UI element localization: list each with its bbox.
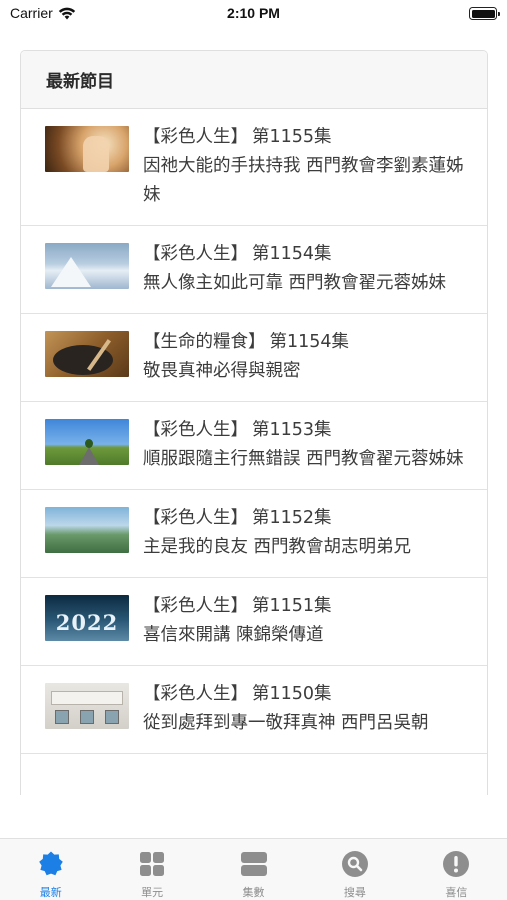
episode-number: 第1155集 <box>252 127 332 147</box>
tab-label: 搜尋 <box>343 886 366 899</box>
episode-series: 【彩色人生】 <box>143 684 248 704</box>
episode-description: 主是我的良友 西門教會胡志明弟兄 <box>143 537 412 557</box>
tab-bar: 最新 單元 集數 搜尋 喜信 <box>0 838 507 900</box>
search-icon <box>341 851 368 877</box>
tab-search[interactable]: 搜尋 <box>304 839 405 900</box>
tab-episodes[interactable]: 集數 <box>203 839 304 900</box>
episode-thumbnail <box>45 331 129 377</box>
episode-series: 【彩色人生】 <box>143 596 248 616</box>
episode-number: 第1152集 <box>252 508 332 528</box>
tab-good-news[interactable]: 喜信 <box>406 839 507 900</box>
episode-thumbnail <box>45 507 129 553</box>
tab-label: 喜信 <box>445 886 468 899</box>
episode-row[interactable]: 2022 【彩色人生】 第1151集 喜信來開講 陳錦榮傳道 <box>21 578 487 666</box>
episode-thumbnail <box>45 419 129 465</box>
tab-latest[interactable]: 最新 <box>0 839 101 900</box>
grid-icon <box>140 852 165 876</box>
episode-row[interactable]: 【生命的糧食】 第1154集 敬畏真神必得與親密 <box>21 314 487 402</box>
status-bar: Carrier 2:10 PM <box>0 0 507 30</box>
battery-icon <box>469 7 500 20</box>
tab-units[interactable]: 單元 <box>101 839 202 900</box>
episode-description: 順服跟隨主行無錯誤 西門教會翟元蓉姊妹 <box>143 449 464 469</box>
episode-series: 【彩色人生】 <box>143 127 248 147</box>
thumbnail-year-text: 2022 <box>55 610 119 635</box>
episode-description: 喜信來開講 陳錦榮傳道 <box>143 625 324 645</box>
tab-label: 最新 <box>39 886 62 899</box>
episode-series: 【彩色人生】 <box>143 420 248 440</box>
episode-number: 第1154集 <box>269 332 350 352</box>
episode-thumbnail <box>45 683 129 729</box>
episode-row[interactable]: 【彩色人生】 第1152集 主是我的良友 西門教會胡志明弟兄 <box>21 490 487 578</box>
badge-icon <box>38 851 63 876</box>
episode-series: 【生命的糧食】 <box>143 332 266 352</box>
episode-row[interactable]: 【彩色人生】 第1153集 順服跟隨主行無錯誤 西門教會翟元蓉姊妹 <box>21 402 487 490</box>
episode-number: 第1151集 <box>252 596 332 616</box>
episode-series: 【彩色人生】 <box>143 244 248 264</box>
episode-number: 第1153集 <box>252 420 332 440</box>
episode-series: 【彩色人生】 <box>143 508 248 528</box>
episode-thumbnail <box>45 243 129 289</box>
episode-description: 因祂大能的手扶持我 西門教會李劉素蓮姊妹 <box>143 156 464 205</box>
episode-description: 敬畏真神必得與親密 <box>143 361 301 381</box>
tab-label: 集數 <box>242 886 265 899</box>
status-time: 2:10 PM <box>227 5 280 21</box>
episode-row[interactable]: 【彩色人生】 第1155集 因祂大能的手扶持我 西門教會李劉素蓮姊妹 <box>21 109 487 226</box>
episode-row[interactable]: 【彩色人生】 第1150集 從到處拜到專一敬拜真神 西門呂吳朝 <box>21 666 487 754</box>
episode-thumbnail <box>45 126 129 172</box>
alert-icon <box>443 851 470 877</box>
episode-thumbnail: 2022 <box>45 595 129 641</box>
episode-number: 第1150集 <box>252 684 332 704</box>
tab-label: 單元 <box>141 886 164 899</box>
latest-episodes-card: 最新節目 【彩色人生】 第1155集 因祂大能的手扶持我 西門教會李劉素蓮姊妹 【… <box>20 50 488 795</box>
episode-number: 第1154集 <box>252 244 332 264</box>
episode-description: 從到處拜到專一敬拜真神 西門呂吳朝 <box>143 713 429 733</box>
section-title: 最新節目 <box>21 51 487 109</box>
episode-description: 無人像主如此可靠 西門教會翟元蓉姊妹 <box>143 273 447 293</box>
list-icon <box>240 852 267 876</box>
episode-row[interactable]: 【彩色人生】 第1154集 無人像主如此可靠 西門教會翟元蓉姊妹 <box>21 226 487 314</box>
